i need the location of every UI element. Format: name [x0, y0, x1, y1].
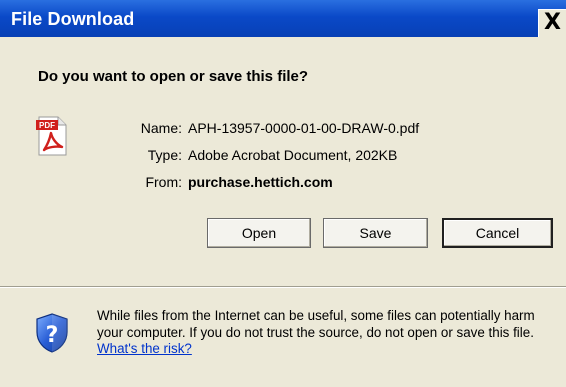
cancel-button[interactable]: Cancel: [442, 218, 553, 248]
risk-link[interactable]: What's the risk?: [97, 341, 192, 356]
divider: [0, 286, 566, 288]
security-shield-question-icon: ?: [36, 313, 68, 353]
open-button[interactable]: Open: [207, 218, 311, 248]
file-type-value: Adobe Acrobat Document, 202KB: [188, 147, 398, 163]
svg-text:?: ?: [46, 323, 59, 348]
file-download-dialog: File Download X Do you want to open or s…: [0, 0, 566, 387]
warning-message: While files from the Internet can be use…: [97, 308, 557, 358]
warning-text: While files from the Internet can be use…: [97, 308, 535, 340]
close-icon: X: [544, 10, 561, 35]
pdf-badge-text: PDF: [39, 121, 55, 130]
title-bar[interactable]: File Download X: [0, 0, 566, 37]
pdf-file-icon: PDF: [36, 116, 67, 156]
file-name-value: APH-13957-0000-01-00-DRAW-0.pdf: [188, 120, 420, 136]
close-button[interactable]: X: [538, 9, 566, 37]
type-label: Type:: [147, 147, 182, 163]
from-label: From:: [145, 174, 182, 190]
name-label: Name:: [140, 120, 182, 136]
window-title: File Download: [11, 9, 135, 29]
file-source-value: purchase.hettich.com: [188, 174, 333, 190]
dialog-question: Do you want to open or save this file?: [38, 68, 309, 85]
save-button[interactable]: Save: [323, 218, 428, 248]
